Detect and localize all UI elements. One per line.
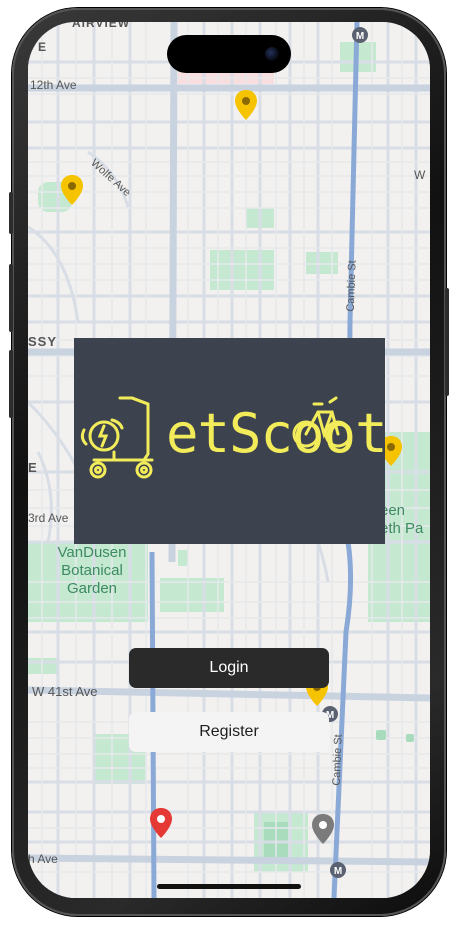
side-button-right xyxy=(445,288,449,396)
map-label-shaughnessy: SSY xyxy=(28,334,58,349)
map-pin-yellow-icon[interactable] xyxy=(235,90,257,120)
map-pin-red-icon[interactable] xyxy=(150,808,172,838)
map-label-queen-elizabeth-park: een eth Pa xyxy=(380,502,424,537)
map-label-fairview: AIRVIEW xyxy=(72,22,131,30)
svg-text:M: M xyxy=(356,31,364,42)
map-label-12th-ave: 12th Ave xyxy=(30,78,77,92)
home-indicator[interactable] xyxy=(157,884,301,889)
svg-text:M: M xyxy=(334,866,342,877)
map-label-w-right: W xyxy=(414,168,426,182)
map-pin-yellow-icon[interactable] xyxy=(61,175,83,205)
map-label-cambie-st-bottom: Cambie St xyxy=(330,734,345,786)
map-label-33rd-ave: 3rd Ave xyxy=(28,511,69,525)
app-logo: etScoot xyxy=(74,338,388,544)
front-camera-icon xyxy=(265,47,279,61)
map-label-e-top: E xyxy=(38,40,47,54)
map-label-vandusen-garden: VanDusen Botanical Garden xyxy=(57,544,127,597)
map-label-w-41st-ave: W 41st Ave xyxy=(32,684,98,699)
screen: M M M AIRVIEW E 12th Ave Wolfe Ave W SSY… xyxy=(28,22,430,898)
metro-icon[interactable]: M xyxy=(330,862,346,878)
scooter-left-icon xyxy=(80,396,154,479)
map-pin-gray-icon[interactable] xyxy=(312,814,334,844)
register-button[interactable]: Register xyxy=(129,712,329,752)
map-label-ave-bottom: h Ave xyxy=(28,852,58,866)
map-label-cambie-st-top: Cambie St xyxy=(344,260,359,312)
metro-icon[interactable]: M xyxy=(352,27,368,43)
side-button-left-1 xyxy=(9,192,13,234)
side-button-left-3 xyxy=(9,350,13,418)
app-logo-text: etScoot xyxy=(166,402,388,465)
map-label-e-mid: E xyxy=(28,460,37,475)
dynamic-island xyxy=(167,35,291,73)
side-button-left-2 xyxy=(9,264,13,332)
login-button[interactable]: Login xyxy=(129,648,329,688)
